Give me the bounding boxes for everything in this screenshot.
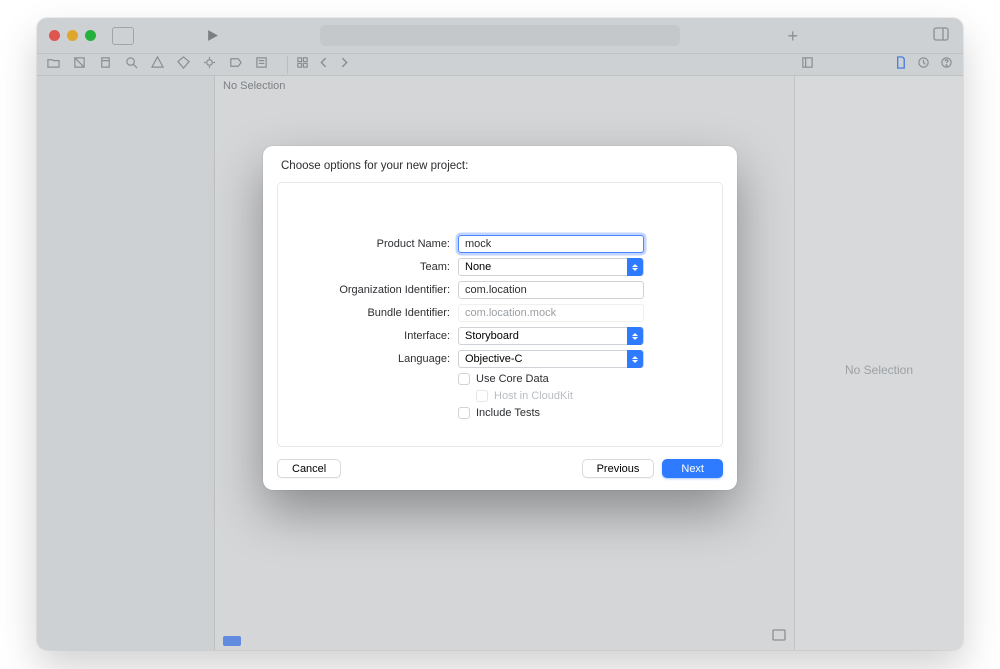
sheet-body: Product Name: Team: None Organization Id… bbox=[277, 182, 723, 447]
core-data-row[interactable]: Use Core Data bbox=[458, 373, 704, 385]
chevrons-icon bbox=[627, 350, 643, 368]
team-select[interactable]: None bbox=[458, 258, 644, 276]
org-id-label: Organization Identifier: bbox=[288, 284, 458, 296]
team-value: None bbox=[465, 261, 491, 273]
include-tests-row[interactable]: Include Tests bbox=[458, 407, 704, 419]
checkbox-icon[interactable] bbox=[458, 373, 470, 385]
bundle-id-field bbox=[458, 304, 644, 322]
new-project-sheet: Choose options for your new project: Pro… bbox=[263, 146, 737, 490]
language-label: Language: bbox=[288, 353, 458, 365]
language-select[interactable]: Objective-C bbox=[458, 350, 644, 368]
core-data-label: Use Core Data bbox=[476, 373, 549, 385]
sheet-title: Choose options for your new project: bbox=[263, 146, 737, 182]
chevrons-icon bbox=[627, 327, 643, 345]
org-id-field[interactable] bbox=[458, 281, 644, 299]
checkbox-icon bbox=[476, 390, 488, 402]
checkbox-icon[interactable] bbox=[458, 407, 470, 419]
language-value: Objective-C bbox=[465, 353, 522, 365]
interface-value: Storyboard bbox=[465, 330, 519, 342]
team-label: Team: bbox=[288, 261, 458, 273]
product-name-label: Product Name: bbox=[288, 238, 458, 250]
interface-label: Interface: bbox=[288, 330, 458, 342]
include-tests-label: Include Tests bbox=[476, 407, 540, 419]
interface-select[interactable]: Storyboard bbox=[458, 327, 644, 345]
next-button[interactable]: Next bbox=[662, 459, 723, 478]
cancel-button[interactable]: Cancel bbox=[277, 459, 341, 478]
cloudkit-row: Host in CloudKit bbox=[458, 390, 704, 402]
sheet-footer: Cancel Previous Next bbox=[263, 447, 737, 490]
previous-button[interactable]: Previous bbox=[582, 459, 655, 478]
cloudkit-label: Host in CloudKit bbox=[494, 390, 573, 402]
chevrons-icon bbox=[627, 258, 643, 276]
product-name-field[interactable] bbox=[458, 235, 644, 253]
bundle-id-label: Bundle Identifier: bbox=[288, 307, 458, 319]
